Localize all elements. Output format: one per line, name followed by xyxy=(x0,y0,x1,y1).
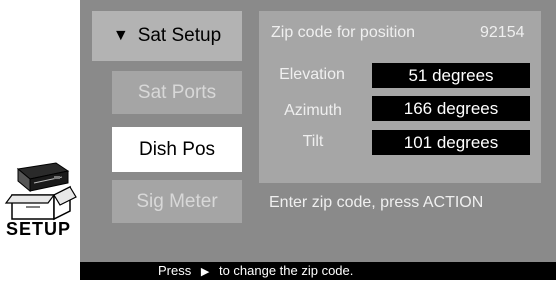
menu-item-label: Dish Pos xyxy=(138,138,216,160)
menu-item-label: Sig Meter xyxy=(136,190,218,212)
tilt-value: 101 degrees xyxy=(372,130,530,155)
elevation-label: Elevation xyxy=(279,66,345,83)
zip-code-value[interactable]: 92154 xyxy=(480,24,525,42)
play-arrow-icon: ▶ xyxy=(200,266,210,278)
status-text-before: Press xyxy=(158,263,192,278)
menu-item-dish-pos[interactable]: Dish Pos xyxy=(112,127,242,172)
status-text-after: to change the zip code. xyxy=(218,263,354,278)
azimuth-value-text: 166 degrees xyxy=(403,98,499,118)
azimuth-value: 166 degrees xyxy=(372,96,530,121)
setup-icon-label: SETUP xyxy=(6,219,72,239)
azimuth-label: Azimuth xyxy=(284,102,342,119)
elevation-value: 51 degrees xyxy=(372,63,530,88)
elevation-value-text: 51 degrees xyxy=(408,65,494,85)
menu-item-sig-meter[interactable]: Sig Meter xyxy=(112,180,242,223)
menu-item-sat-ports[interactable]: Sat Ports xyxy=(112,71,242,114)
zip-code-label: Zip code for position xyxy=(271,24,416,41)
triangle-down-icon: ▼ xyxy=(112,27,129,44)
instruction-text: Enter zip code, press ACTION xyxy=(269,194,484,211)
menu-item-label: Sat Setup xyxy=(137,25,222,46)
menu-item-sat-setup[interactable]: ▼ Sat Setup xyxy=(92,11,242,61)
tilt-label: Tilt xyxy=(302,133,324,150)
status-hint: Press ▶ to change the zip code. xyxy=(158,262,353,280)
menu-item-label: Sat Ports xyxy=(137,81,217,103)
tilt-value-text: 101 degrees xyxy=(403,132,499,152)
